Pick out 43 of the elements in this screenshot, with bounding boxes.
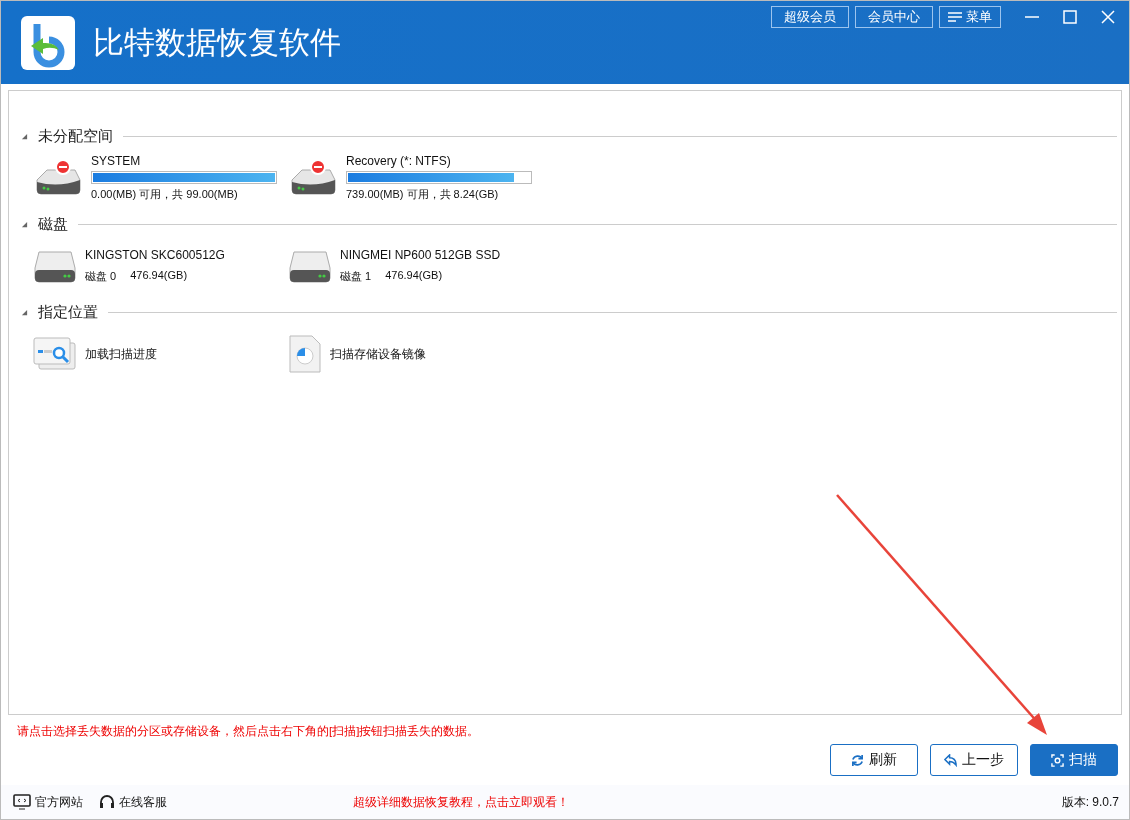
collapse-triangle-icon[interactable] — [21, 308, 28, 316]
monitor-icon — [13, 794, 31, 810]
disk-size: 476.94(GB) — [130, 269, 188, 283]
menu-icon — [948, 12, 962, 22]
tutorial-link[interactable]: 超级详细数据恢复教程，点击立即观看！ — [353, 793, 569, 811]
window-magnifier-icon[interactable] — [33, 337, 77, 371]
window-title: 比特数据恢复软件 — [93, 23, 341, 62]
headset-icon — [99, 794, 115, 810]
partition-drive-icon[interactable] — [288, 158, 338, 198]
disk-name[interactable]: NINGMEI NP600 512GB SSD — [340, 248, 501, 262]
partition-name[interactable]: SYSTEM — [91, 154, 277, 168]
header-button[interactable]: 会员中心 — [855, 6, 933, 28]
collapse-triangle-icon[interactable] — [21, 220, 28, 228]
back-arrow-icon — [944, 753, 957, 767]
document-chart-icon[interactable] — [288, 335, 322, 373]
section-title: 未分配空间 — [38, 126, 113, 146]
section-title: 指定位置 — [38, 302, 98, 322]
disk-number: 磁盘 0 — [85, 269, 117, 284]
refresh-icon — [851, 753, 864, 767]
disk-number: 磁盘 1 — [340, 269, 372, 284]
app-logo-icon — [21, 15, 75, 70]
section-title: 磁盘 — [38, 214, 68, 234]
partition-capacity: 0.00(MB) 可用，共 99.00(MB) — [91, 187, 239, 202]
action-button[interactable]: 刷新 — [830, 744, 918, 777]
collapse-triangle-icon[interactable] — [21, 132, 28, 140]
footer-link[interactable]: 官方网站 — [35, 793, 83, 811]
version-text: 版本: 9.0.7 — [1061, 793, 1119, 811]
action-button[interactable]: 上一步 — [930, 744, 1018, 777]
disk-size: 476.94(GB) — [385, 269, 443, 283]
header-button[interactable]: 超级会员 — [771, 6, 849, 28]
close-icon[interactable] — [1101, 10, 1115, 24]
header-button[interactable]: 菜单 — [939, 6, 1001, 28]
footer-link[interactable]: 在线客服 — [119, 793, 167, 811]
action-button[interactable]: 扫描 — [1030, 744, 1118, 777]
partition-drive-icon[interactable] — [33, 158, 83, 198]
hint-text: 请点击选择丢失数据的分区或存储设备，然后点击右下角的[扫描]按钮扫描丢失的数据。 — [16, 724, 481, 740]
image-scan-label[interactable]: 扫描存储设备镜像 — [330, 345, 426, 363]
partition-capacity: 739.00(MB) 可用，共 8.24(GB) — [346, 187, 500, 202]
disk-name[interactable]: KINGSTON SKC600512G — [85, 248, 225, 262]
partition-name[interactable]: Recovery (*: NTFS) — [346, 154, 532, 168]
scan-icon — [1051, 753, 1064, 767]
maximize-icon[interactable] — [1063, 10, 1077, 24]
load-progress-label[interactable]: 加载扫描进度 — [85, 345, 157, 363]
